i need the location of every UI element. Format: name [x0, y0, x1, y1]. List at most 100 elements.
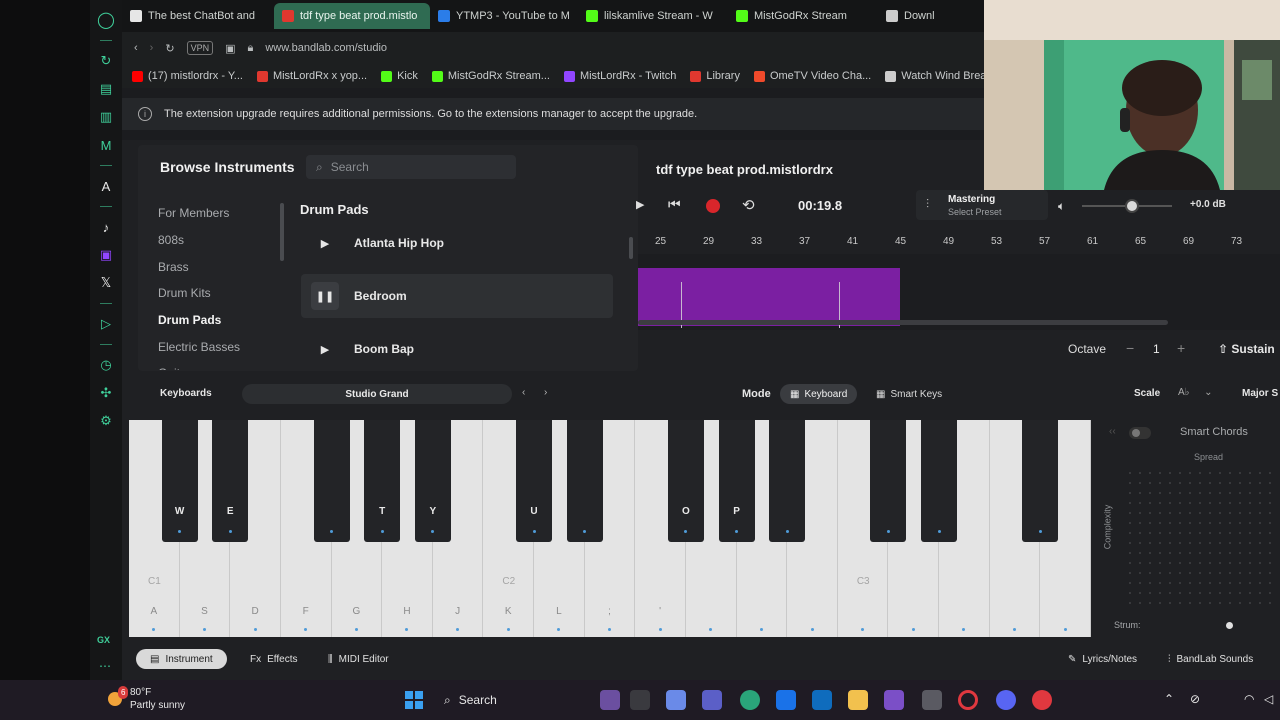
category-item[interactable]: 808s	[158, 227, 286, 254]
pad-row[interactable]: ▶ Boom Bap	[301, 327, 613, 371]
black-key[interactable]: Y	[414, 420, 451, 542]
timeline-ruler[interactable]: 25 29 33 37 41 45 49 53 57 61 65 69 73	[638, 232, 1280, 252]
app-purple-icon[interactable]	[884, 690, 904, 710]
chrome-icon[interactable]	[1032, 690, 1052, 710]
url-text[interactable]: www.bandlab.com/studio	[265, 42, 387, 54]
octave-minus-button[interactable]: −	[1126, 340, 1134, 356]
black-key[interactable]	[921, 420, 958, 542]
sustain-button[interactable]: ⇧ Sustain	[1218, 342, 1275, 356]
keyboards-label[interactable]: Keyboards	[160, 388, 212, 399]
scale-key-select[interactable]: A♭ ⌄	[1178, 387, 1213, 398]
copilot-icon[interactable]	[666, 690, 686, 710]
next-preset-button[interactable]: ›	[544, 387, 547, 398]
browser-tab[interactable]: YTMP3 - YouTube to M	[430, 3, 578, 29]
play-icon[interactable]: ▶	[311, 229, 339, 257]
browser-tab[interactable]: lilskamlive Stream - W	[578, 3, 728, 29]
bookmark-item[interactable]: OmeTV Video Cha...	[753, 70, 871, 82]
pause-icon[interactable]: ❚❚	[311, 282, 339, 310]
vpn-badge[interactable]: VPN	[186, 41, 214, 55]
black-key[interactable]: U	[516, 420, 553, 542]
dropbox-icon[interactable]	[776, 690, 796, 710]
octave-plus-button[interactable]: +	[1177, 340, 1185, 356]
task-view-icon[interactable]	[630, 690, 650, 710]
browser-tab[interactable]: tdf type beat prod.mistlo	[274, 3, 430, 29]
discord-icon[interactable]	[996, 690, 1016, 710]
category-item[interactable]: For Members	[158, 200, 286, 227]
wifi-icon[interactable]: ◠	[1244, 692, 1254, 706]
twitch-sidebar-icon[interactable]: ▣	[95, 244, 117, 266]
black-key[interactable]	[769, 420, 806, 542]
back-icon[interactable]: ‹	[134, 42, 138, 54]
browser-tab[interactable]: The best ChatBot and	[122, 3, 274, 29]
windows-start-icon[interactable]	[405, 691, 423, 709]
bookmark-item[interactable]: Library	[690, 70, 740, 82]
aria-icon[interactable]: A	[95, 175, 117, 197]
bookmark-item[interactable]: MistLordRx - Twitch	[563, 70, 676, 82]
settings-gear-icon[interactable]: ⚙	[95, 410, 117, 432]
more-icon[interactable]: ⋯	[99, 659, 111, 673]
bookmark-item[interactable]: (17) mistlordrx - Y...	[132, 70, 243, 82]
mastering-button[interactable]: ⫶ Mastering Select Preset	[916, 190, 1048, 220]
prev-preset-button[interactable]: ‹	[522, 387, 525, 398]
black-key[interactable]	[870, 420, 907, 542]
category-item[interactable]: Guitars	[158, 360, 286, 370]
category-item[interactable]: Brass	[158, 253, 286, 280]
category-item[interactable]: Drum Kits	[158, 280, 286, 307]
address-bar[interactable]: ‹ › ↻ VPN ▣ 🔒︎ www.bandlab.com/studio	[122, 32, 984, 64]
taskbar-search[interactable]: ⌕ Search	[436, 689, 596, 711]
instrument-preset[interactable]: Studio Grand	[242, 384, 512, 404]
weather-widget[interactable]: 6 80°F Partly sunny	[108, 686, 185, 712]
timeline-scrollbar[interactable]	[638, 320, 1168, 325]
play-button[interactable]: ▶	[636, 198, 644, 211]
record-button[interactable]	[706, 199, 720, 213]
black-key[interactable]	[566, 420, 603, 542]
loop-button[interactable]: ⟲	[742, 196, 755, 214]
taskbar-app-icon[interactable]	[600, 690, 620, 710]
notes-icon[interactable]: ▥	[95, 106, 117, 128]
chord-pad-grid[interactable]	[1125, 468, 1273, 608]
lyrics-notes-button[interactable]: ✎ Lyrics/Notes	[1054, 649, 1151, 669]
black-key[interactable]: T	[364, 420, 401, 542]
category-item[interactable]: Drum Pads	[158, 307, 286, 334]
category-item[interactable]: Electric Basses	[158, 333, 286, 360]
instrument-tab[interactable]: ▤ Instrument	[136, 649, 227, 669]
opera-gx-taskbar-icon[interactable]	[958, 690, 978, 710]
black-key[interactable]	[1022, 420, 1059, 542]
screenshot-icon[interactable]: ▣	[225, 42, 235, 55]
play-icon[interactable]: ▶	[311, 335, 339, 363]
volume-knob[interactable]	[1124, 199, 1139, 213]
scale-type-select[interactable]: Major S	[1242, 388, 1278, 399]
mode-smart-keys-tab[interactable]: ▦ Smart Keys	[866, 384, 952, 404]
instrument-search-input[interactable]: ⌕ Search	[306, 155, 516, 179]
bandlab-sounds-button[interactable]: ⫶ BandLab Sounds	[1154, 649, 1267, 669]
player-icon[interactable]: ▷	[95, 313, 117, 335]
edge-icon[interactable]	[740, 690, 760, 710]
category-scrollbar[interactable]	[280, 193, 284, 367]
speaker-icon[interactable]: 🔈︎	[1058, 199, 1065, 214]
bookmark-item[interactable]: MistLordRx x yop...	[256, 70, 367, 82]
music-icon[interactable]: ♪	[95, 216, 117, 238]
forward-icon[interactable]: ›	[150, 42, 154, 54]
reload-icon[interactable]: ↻	[165, 42, 174, 55]
pad-scrollbar[interactable]	[629, 193, 633, 367]
bookmark-item[interactable]: MistGodRx Stream...	[431, 70, 550, 82]
x-sidebar-icon[interactable]: 𝕏	[95, 272, 117, 294]
gx-icon[interactable]: GX	[97, 635, 110, 645]
teams-icon[interactable]	[702, 690, 722, 710]
pad-row[interactable]: ▶ Atlanta Hip Hop	[301, 221, 613, 265]
black-key[interactable]: E	[212, 420, 249, 542]
midi-editor-tab[interactable]: ⫼ MIDI Editor	[314, 649, 403, 669]
mode-keyboard-tab[interactable]: ▦ Keyboard	[780, 384, 858, 404]
bookmark-item[interactable]: Kick	[381, 70, 418, 82]
project-title[interactable]: tdf type beat prod.mistlordrx	[656, 162, 833, 177]
tray-app-icon[interactable]: ⊘	[1190, 692, 1200, 706]
black-key[interactable]: O	[667, 420, 704, 542]
volume-tray-icon[interactable]: ◁	[1264, 692, 1273, 706]
history-icon[interactable]: ◷	[95, 354, 117, 376]
extensions-icon[interactable]: ✣	[95, 382, 117, 404]
black-key[interactable]: P	[718, 420, 755, 542]
browser-tab[interactable]: Downl	[878, 3, 938, 29]
midi-region[interactable]	[638, 268, 900, 326]
skip-back-button[interactable]: ⏮︎	[668, 196, 681, 213]
smart-chords-toggle[interactable]	[1129, 427, 1151, 439]
